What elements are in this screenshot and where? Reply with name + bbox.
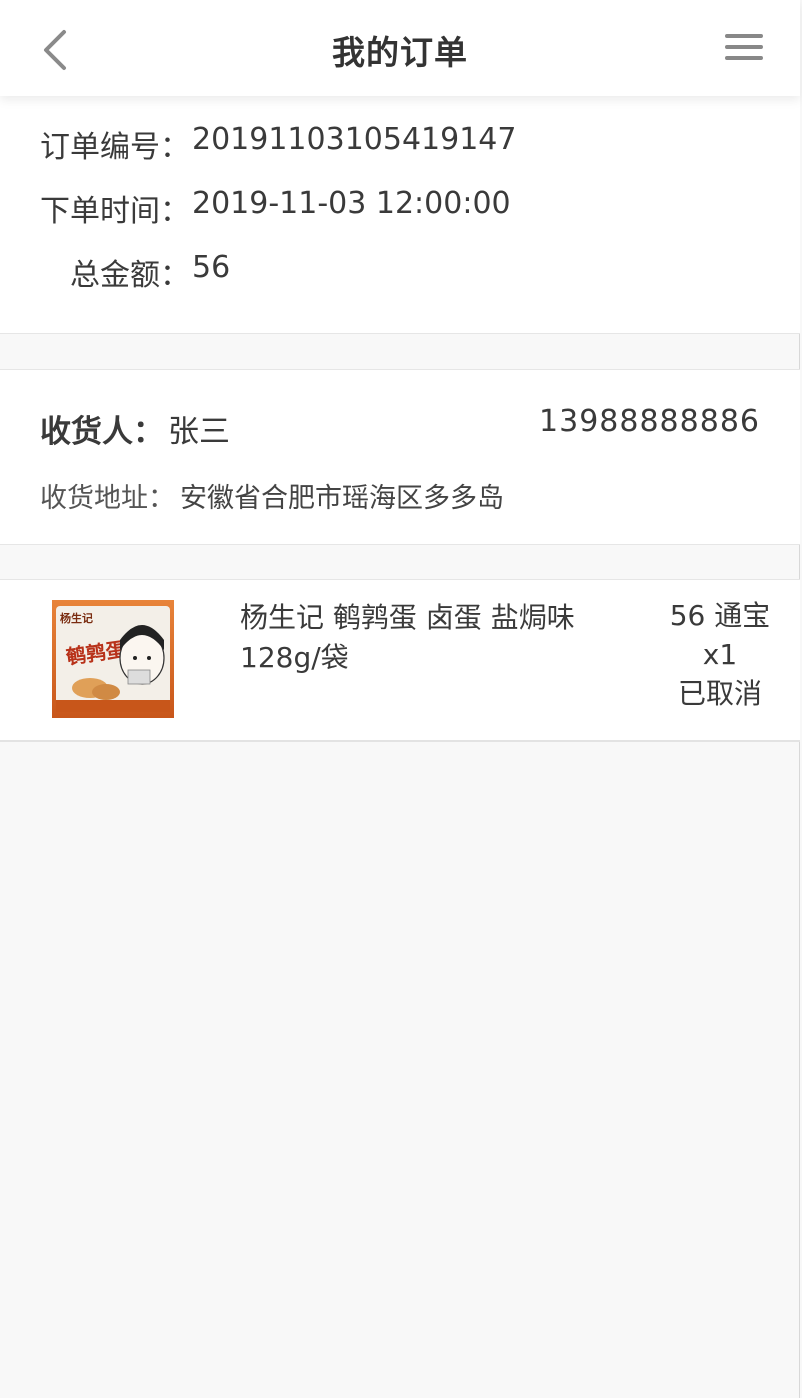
product-price: 56 通宝	[669, 599, 771, 632]
product-meta: 56 通宝 x1 已取消	[640, 596, 800, 713]
order-number-row: 订单编号： 20191103105419147	[0, 122, 800, 166]
order-number-value: 20191103105419147	[192, 122, 517, 157]
top-bar: 我的订单	[0, 0, 800, 96]
product-image-brand: 杨生记	[60, 611, 93, 625]
product-quantity: x1	[702, 638, 738, 671]
order-time-label: 下单时间：	[40, 194, 190, 229]
order-time-row: 下单时间： 2019-11-03 12:00:00	[0, 186, 800, 230]
product-item[interactable]: 杨生记 鹌鹑蛋 杨生记 鹌鹑蛋 卤蛋 盐焗味128g/袋 56 通宝 x1 已取…	[0, 579, 800, 742]
order-time-value: 2019-11-03 12:00:00	[192, 186, 511, 221]
order-number-label: 订单编号：	[40, 130, 190, 165]
order-detail-page: 我的订单 订单编号： 20191103105419147 下单时间： 2019-…	[0, 0, 800, 1398]
product-name: 杨生记 鹌鹑蛋 卤蛋 盐焗味128g/袋	[240, 601, 575, 674]
receiver-address-label: 收货地址：	[40, 483, 175, 514]
order-total-row: 总金额： 56	[0, 250, 800, 294]
receiver-name-label: 收货人：	[40, 414, 164, 450]
order-total-value: 56	[192, 250, 231, 285]
order-total-label: 总金额：	[70, 258, 190, 293]
hamburger-menu-icon	[722, 34, 766, 60]
menu-button[interactable]	[722, 30, 766, 70]
receiver-section: 收货人： 张三 13988888886 收货地址： 安徽省合肥市瑶海区多多岛	[0, 369, 800, 545]
order-info-section: 订单编号： 20191103105419147 下单时间： 2019-11-03…	[0, 96, 800, 334]
receiver-phone: 13988888886	[539, 404, 760, 439]
receiver-address: 安徽省合肥市瑶海区多多岛	[180, 483, 504, 514]
page-title: 我的订单	[332, 33, 468, 72]
order-status: 已取消	[677, 677, 762, 710]
receiver-name: 张三	[168, 414, 230, 450]
product-image: 杨生记 鹌鹑蛋	[52, 600, 174, 718]
